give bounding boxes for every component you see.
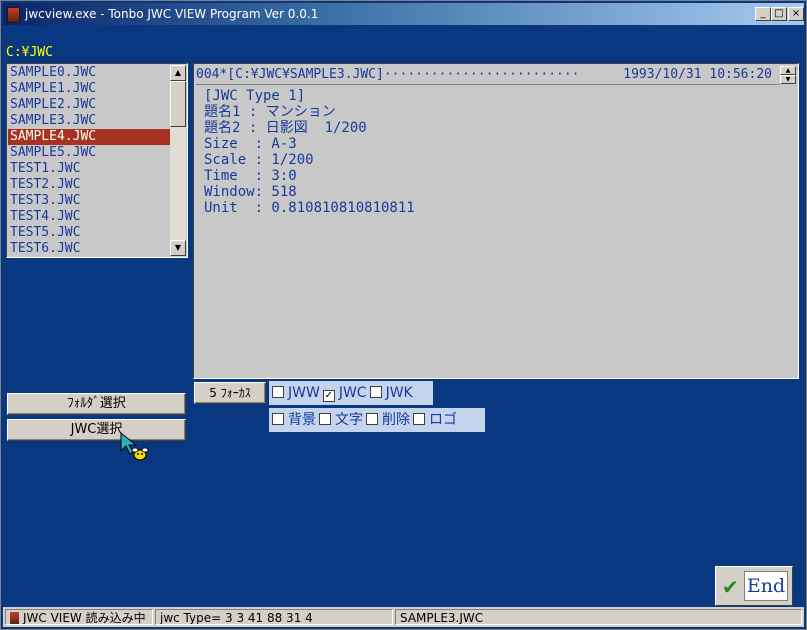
file-list-scrollbar[interactable]: ▲ ▼ — [170, 65, 186, 256]
window-title: jwcview.exe - Tonbo JWC VIEW Program Ver… — [25, 7, 319, 21]
maximize-button[interactable]: □ — [771, 7, 787, 21]
viewer-line: Time : 3:0 — [204, 168, 297, 184]
end-button[interactable]: ✔ End — [715, 566, 793, 606]
app-window: jwcview.exe - Tonbo JWC VIEW Program Ver… — [0, 0, 807, 630]
checkbox-options-0[interactable]: 背景 — [272, 408, 316, 432]
viewer-line: Unit : 0.810810810810811 — [204, 200, 415, 216]
checkbox-label: JWK — [385, 385, 413, 401]
checkbox-unchecked-icon[interactable] — [366, 413, 378, 425]
scroll-thumb[interactable] — [170, 81, 186, 127]
title-bar[interactable]: jwcview.exe - Tonbo JWC VIEW Program Ver… — [3, 3, 804, 25]
checkbox-filetypes-0[interactable]: JWW — [272, 381, 320, 405]
viewer-line: [JWC Type 1] — [204, 88, 306, 104]
status-bar: JWC VIEW 読み込み中 jwc Type= 3 3 41 88 31 4 … — [3, 607, 804, 627]
checkbox-filetypes-1[interactable]: ✓ JWC — [322, 381, 367, 405]
file-list-item[interactable]: SAMPLE5.JWC — [8, 145, 171, 161]
minimize-button[interactable]: _ — [755, 7, 771, 21]
app-icon — [10, 612, 19, 624]
file-list-item[interactable]: TEST6.JWC — [8, 241, 171, 257]
option-checkboxes: 背景 文字 削除 ロゴ — [269, 408, 485, 432]
checkbox-unchecked-icon[interactable] — [369, 386, 382, 398]
status-file: SAMPLE3.JWC — [395, 609, 802, 625]
spin-up-icon[interactable]: ▲ — [780, 66, 796, 75]
checkbox-unchecked-icon[interactable] — [413, 413, 425, 425]
checkbox-label: 削除 — [382, 412, 410, 428]
scroll-down-icon[interactable]: ▼ — [170, 240, 186, 256]
file-list-item[interactable]: TEST5.JWC — [8, 225, 171, 241]
status-reading-text: JWC VIEW 読み込み中 — [23, 611, 146, 625]
viewer-header-path: 004*[C:¥JWC¥SAMPLE3.JWC]················… — [196, 67, 580, 82]
file-list-item[interactable]: TEST1.JWC — [8, 161, 171, 177]
viewer-line: Size : A-3 — [204, 136, 297, 152]
folder-select-button[interactable]: ﾌｫﾙﾀﾞ選択 — [7, 393, 186, 415]
filetype-checkboxes: JWW ✓ JWC JWK — [269, 381, 433, 405]
viewer-line: 題名2 : 日影図 1/200 — [204, 120, 367, 136]
spin-down-icon[interactable]: ▼ — [780, 75, 796, 84]
end-button-label: End — [744, 571, 788, 601]
file-list-item[interactable]: SAMPLE3.JWC — [8, 113, 171, 129]
checkbox-unchecked-icon[interactable] — [272, 386, 284, 398]
close-button[interactable]: × — [788, 7, 804, 21]
check-icon: ✔ — [722, 575, 739, 599]
file-list-item[interactable]: SAMPLE0.JWC — [8, 65, 171, 81]
record-spinner[interactable]: ▲ ▼ — [780, 66, 796, 84]
viewer-line: 題名1 : マンション — [204, 104, 336, 120]
file-list-item[interactable]: TEST3.JWC — [8, 193, 171, 209]
checkbox-label: JWC — [338, 385, 367, 401]
checkbox-filetypes-2[interactable]: JWK — [369, 381, 413, 405]
checkbox-label: JWW — [288, 385, 320, 401]
viewer-header: 004*[C:¥JWC¥SAMPLE3.JWC]················… — [196, 66, 780, 85]
viewer-line: Scale : 1/200 — [204, 152, 314, 168]
current-path: C:¥JWC — [6, 45, 53, 60]
checkbox-options-1[interactable]: 文字 — [319, 408, 363, 432]
jwc-select-button[interactable]: JWC選択 — [7, 419, 186, 441]
status-type-info: jwc Type= 3 3 41 88 31 4 — [155, 609, 393, 625]
checkbox-options-3[interactable]: ロゴ — [413, 408, 457, 432]
scroll-up-icon[interactable]: ▲ — [170, 65, 186, 81]
file-list-item[interactable]: SAMPLE2.JWC — [8, 97, 171, 113]
file-info-viewer: 004*[C:¥JWC¥SAMPLE3.JWC]················… — [193, 63, 799, 379]
app-icon — [7, 7, 20, 23]
file-list-item[interactable]: TEST2.JWC — [8, 177, 171, 193]
checkbox-unchecked-icon[interactable] — [319, 413, 331, 425]
viewer-header-date: 1993/10/31 10:56:20 — [623, 67, 772, 82]
checkbox-label: ロゴ — [429, 412, 457, 428]
checkbox-label: 文字 — [335, 412, 363, 428]
status-reading: JWC VIEW 読み込み中 — [5, 609, 153, 625]
viewer-line: Window: 518 — [204, 184, 297, 200]
file-list[interactable]: SAMPLE0.JWC SAMPLE1.JWC SAMPLE2.JWC SAMPLE3… — [6, 63, 188, 258]
checkbox-checked-icon[interactable]: ✓ — [322, 390, 335, 402]
file-list-item[interactable]: SAMPLE4.JWC — [8, 129, 171, 145]
file-list-item[interactable]: SAMPLE1.JWC — [8, 81, 171, 97]
viewer-text: [JWC Type 1] 題名1 : マンション 題名2 : 日影図 1/200 Si… — [204, 88, 415, 216]
focus-button[interactable]: 5 ﾌｫｰｶｽ — [194, 382, 266, 404]
file-list-items: SAMPLE0.JWC SAMPLE1.JWC SAMPLE2.JWC SAMPLE3… — [8, 65, 171, 257]
file-list-item[interactable]: TEST4.JWC — [8, 209, 171, 225]
checkbox-label: 背景 — [288, 412, 316, 428]
checkbox-options-2[interactable]: 削除 — [366, 408, 410, 432]
busy-cursor-icon — [120, 431, 149, 461]
checkbox-unchecked-icon[interactable] — [272, 413, 284, 425]
